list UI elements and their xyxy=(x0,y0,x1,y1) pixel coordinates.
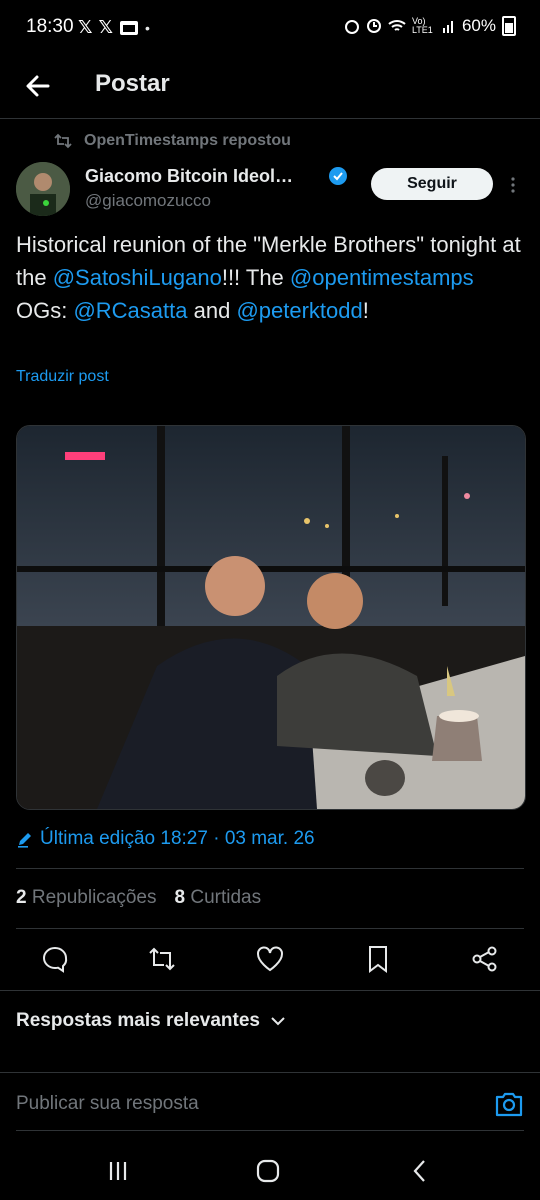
like-heart-icon[interactable] xyxy=(255,944,285,974)
author-handle[interactable]: @giacomozucco xyxy=(85,191,211,211)
mention-link[interactable]: @RCasatta xyxy=(73,298,187,323)
home-icon[interactable] xyxy=(253,1156,283,1186)
sort-divider xyxy=(0,1072,540,1073)
clock-icon xyxy=(366,19,381,33)
more-options-icon[interactable] xyxy=(508,176,518,194)
photo-icon xyxy=(120,20,139,35)
photo-image xyxy=(17,426,525,809)
battery-percent: 60% xyxy=(461,16,496,35)
meta-divider xyxy=(16,868,524,869)
mention-link[interactable]: @opentimestamps xyxy=(290,265,474,290)
likes-stat[interactable]: 8 Curtidas xyxy=(175,887,262,909)
stats-divider xyxy=(16,928,524,929)
author-name[interactable]: Giacomo Bitcoin Ideol… xyxy=(85,166,293,187)
post-header: Postar xyxy=(0,56,540,114)
post-text-segment: OGs: xyxy=(16,298,74,323)
back-arrow-icon[interactable] xyxy=(20,68,56,104)
notification-dot-icon: • xyxy=(145,19,150,36)
status-app-icons: 𝕏 𝕏 • xyxy=(78,17,150,38)
bookmark-icon[interactable] xyxy=(363,944,393,974)
repost-label: OpenTimestamps repostou xyxy=(84,132,291,149)
avatar-image xyxy=(16,162,70,216)
reply-divider xyxy=(16,1130,524,1131)
actions-divider xyxy=(0,990,540,991)
header-divider xyxy=(0,118,540,119)
page-title: Postar xyxy=(95,70,170,97)
wifi-icon xyxy=(388,20,406,31)
recent-apps-icon[interactable] xyxy=(103,1156,133,1186)
status-right: Vo) LTE1 60% xyxy=(344,16,516,36)
reposts-stat[interactable]: 2 Republicações xyxy=(16,887,157,909)
mention-link[interactable]: @peterktodd xyxy=(236,298,362,323)
x-logo-icon: 𝕏 xyxy=(98,17,114,37)
alarm-icon xyxy=(344,20,359,34)
engagement-stats: 2 Republicações 8 Curtidas xyxy=(16,887,261,909)
sort-label: Respostas mais relevantes xyxy=(16,1010,260,1031)
signal-icon xyxy=(442,21,453,33)
mention-link[interactable]: @SatoshiLugano xyxy=(53,265,222,290)
reply-icon[interactable] xyxy=(40,944,70,974)
network-label: Vo) LTE1 xyxy=(411,16,433,35)
likes-count: 8 xyxy=(174,887,186,908)
verified-badge-icon xyxy=(329,167,347,185)
share-icon[interactable] xyxy=(470,944,500,974)
avatar[interactable] xyxy=(16,162,70,216)
system-nav-bar xyxy=(0,1140,540,1200)
battery-icon xyxy=(502,16,516,36)
reply-input[interactable]: Publicar sua resposta xyxy=(16,1093,199,1115)
translate-link[interactable]: Traduzir post xyxy=(16,368,109,386)
camera-icon[interactable] xyxy=(494,1090,524,1118)
pencil-icon xyxy=(18,833,31,848)
repost-icon xyxy=(54,133,72,149)
post-text-segment: and xyxy=(187,298,237,323)
reposts-label: Republicações xyxy=(31,887,157,908)
post-text-segment: !!! The xyxy=(221,265,290,290)
post-text: Historical reunion of the "Merkle Brothe… xyxy=(16,228,524,327)
follow-button[interactable]: Seguir xyxy=(371,168,493,200)
reposts-count: 2 xyxy=(16,887,27,908)
status-time: 18:30 xyxy=(26,16,74,37)
replies-sort-dropdown[interactable]: Respostas mais relevantes xyxy=(16,1010,286,1032)
back-nav-icon[interactable] xyxy=(405,1156,435,1186)
edited-info[interactable]: Última edição 18:27 · 03 mar. 26 xyxy=(16,828,315,850)
x-logo-icon: 𝕏 xyxy=(78,17,93,37)
likes-label: Curtidas xyxy=(190,887,262,908)
repost-indicator[interactable]: OpenTimestamps repostou xyxy=(54,132,291,150)
edited-label: Última edição 18:27 · 03 mar. 26 xyxy=(40,828,315,849)
post-text-segment: ! xyxy=(362,298,369,323)
chevron-down-icon xyxy=(271,1017,285,1026)
status-bar: 18:30 𝕏 𝕏 • Vo) LTE1 60% xyxy=(0,0,540,56)
repost-action-icon[interactable] xyxy=(147,944,177,974)
post-photo[interactable] xyxy=(16,425,526,810)
action-bar xyxy=(0,940,540,980)
